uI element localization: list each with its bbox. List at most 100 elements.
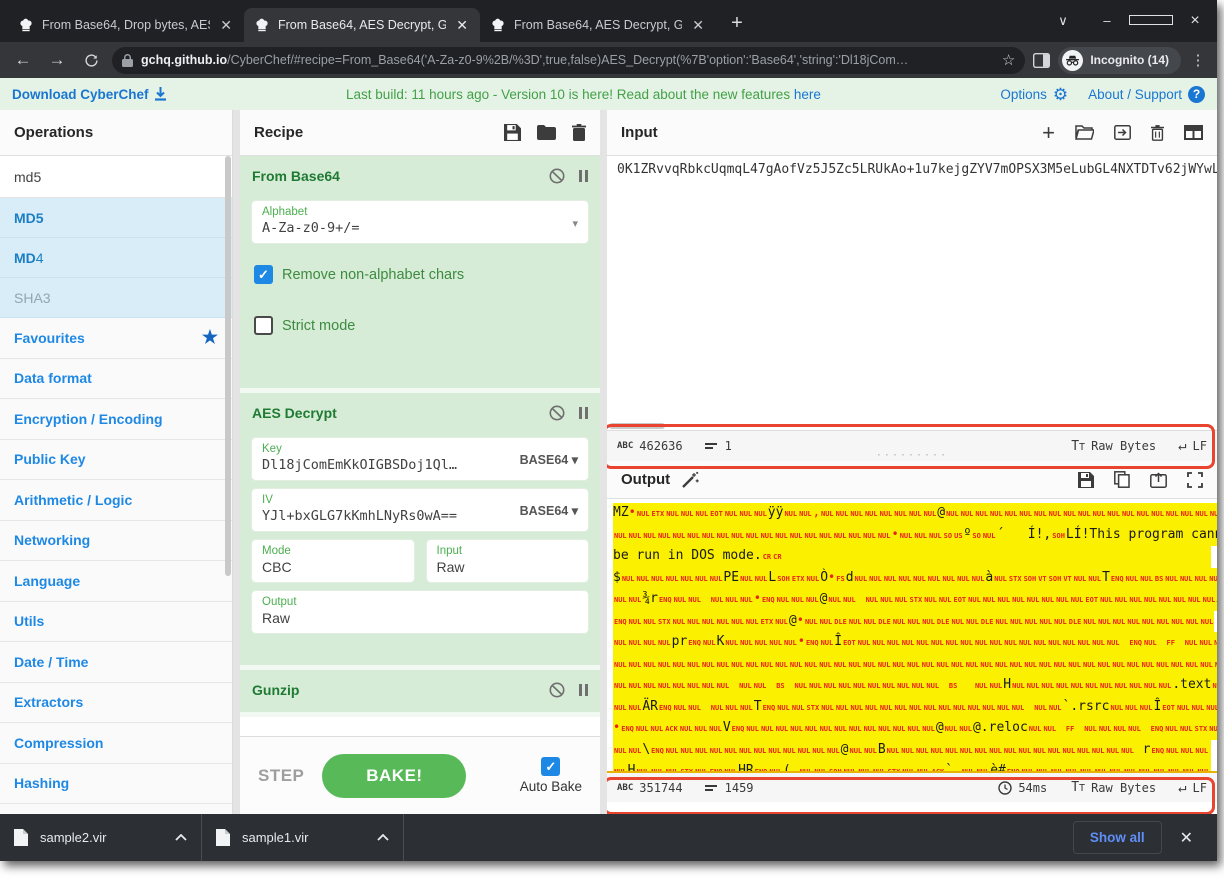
- auto-bake-control[interactable]: ✓ Auto Bake: [520, 757, 582, 794]
- category-compression[interactable]: Compression: [0, 723, 232, 764]
- open-output-in-tab-icon[interactable]: [1150, 472, 1167, 488]
- chevron-up-icon[interactable]: [175, 834, 187, 841]
- category-utils[interactable]: Utils: [0, 602, 232, 643]
- url-bar[interactable]: gchq.github.io/CyberChef/#recipe=From_Ba…: [112, 47, 1025, 74]
- clear-input-trash-icon[interactable]: [1151, 125, 1164, 141]
- input-encoding[interactable]: Raw Bytes: [1091, 439, 1156, 453]
- operation-search-result[interactable]: MD5: [0, 198, 232, 238]
- disable-op-icon[interactable]: [549, 405, 565, 421]
- tab-close-icon[interactable]: ✕: [454, 17, 470, 34]
- chevron-up-icon[interactable]: [377, 834, 389, 841]
- aes-mode-field[interactable]: Mode CBC: [252, 540, 414, 582]
- op-aes-decrypt[interactable]: AES Decrypt Key Dl18jComEmKkOIGBSDoj1Ql……: [240, 393, 600, 665]
- breakpoint-pause-icon[interactable]: [579, 407, 588, 419]
- io-resize-handle[interactable]: ·········: [876, 450, 948, 461]
- bake-button[interactable]: BAKE!: [322, 754, 466, 798]
- panel-divider[interactable]: [600, 110, 607, 814]
- open-file-as-input-icon[interactable]: [1114, 125, 1131, 140]
- font-size-icon[interactable]: TT: [1071, 780, 1085, 795]
- category-language[interactable]: Language: [0, 561, 232, 602]
- download-chip[interactable]: sample2.vir: [0, 814, 202, 861]
- menu-kebab-icon[interactable]: ⋮: [1189, 51, 1207, 69]
- aes-iv-field[interactable]: IV YJl+bxGLG7kKmhLNyRs0wA== BASE64 ▾: [252, 489, 588, 531]
- browser-tab[interactable]: From Base64, Drop bytes, AES De✕: [8, 8, 244, 42]
- op-from-base64[interactable]: From Base64 Alphabet A-Za-z0-9+/= ▾ ✓ Re: [240, 156, 600, 388]
- tab-close-icon[interactable]: ✕: [218, 17, 234, 34]
- tab-close-icon[interactable]: ✕: [690, 17, 706, 34]
- input-eol[interactable]: LF: [1193, 439, 1207, 453]
- category-date-time[interactable]: Date / Time: [0, 642, 232, 683]
- clear-recipe-trash-icon[interactable]: [572, 124, 586, 141]
- input-tabs-layout-icon[interactable]: [1184, 125, 1203, 140]
- back-button[interactable]: ←: [10, 47, 36, 73]
- magic-wand-icon[interactable]: [680, 471, 700, 489]
- panel-divider[interactable]: [233, 110, 240, 814]
- aes-input-field[interactable]: Input Raw: [427, 540, 589, 582]
- operations-scrollbar[interactable]: [225, 156, 231, 576]
- operation-search-result[interactable]: MD4: [0, 238, 232, 278]
- op-aes-decrypt-title: AES Decrypt: [252, 405, 337, 421]
- input-textarea[interactable]: 0K1ZRvvqRbkcUqmqL47gAofVz5J5Zc5LRUkAo+1u…: [607, 156, 1217, 422]
- category-public-key[interactable]: Public Key: [0, 440, 232, 481]
- category-favourites[interactable]: Favourites★: [0, 318, 232, 359]
- step-button[interactable]: STEP: [258, 766, 304, 786]
- copy-output-icon[interactable]: [1114, 471, 1130, 488]
- alphabet-dropdown-caret-icon[interactable]: ▾: [572, 217, 578, 230]
- disable-op-icon[interactable]: [549, 168, 565, 184]
- download-chip[interactable]: sample1.vir: [202, 814, 404, 861]
- maximize-output-icon[interactable]: [1187, 472, 1203, 488]
- strict-mode-checkbox[interactable]: [254, 316, 273, 335]
- aes-key-type-dropdown[interactable]: BASE64 ▾: [520, 452, 578, 467]
- category-networking[interactable]: Networking: [0, 521, 232, 562]
- new-tab-button[interactable]: +: [722, 8, 752, 38]
- input-hscrollbar[interactable]: [607, 422, 1217, 430]
- category-extractors[interactable]: Extractors: [0, 683, 232, 724]
- category-hashing[interactable]: Hashing: [0, 764, 232, 805]
- breakpoint-pause-icon[interactable]: [579, 684, 588, 696]
- aes-iv-type-dropdown[interactable]: BASE64 ▾: [520, 503, 578, 518]
- remove-non-alphabet-checkbox[interactable]: ✓: [254, 265, 273, 284]
- output-encoding[interactable]: Raw Bytes: [1091, 781, 1156, 795]
- save-recipe-icon[interactable]: [504, 124, 521, 141]
- remove-non-alphabet-row[interactable]: ✓ Remove non-alphabet chars: [254, 265, 586, 284]
- alphabet-field[interactable]: Alphabet A-Za-z0-9+/= ▾: [252, 201, 588, 243]
- incognito-badge[interactable]: Incognito (14): [1058, 47, 1181, 74]
- reload-button[interactable]: [78, 47, 104, 73]
- strict-mode-row[interactable]: Strict mode: [254, 316, 586, 335]
- help-icon[interactable]: ?: [1188, 86, 1205, 103]
- add-input-icon[interactable]: +: [1042, 120, 1055, 146]
- aes-output-field[interactable]: Output Raw: [252, 591, 588, 633]
- operation-search-result[interactable]: SHA3: [0, 278, 232, 318]
- browser-tab[interactable]: From Base64, AES Decrypt, Gunzi✕: [480, 8, 716, 42]
- auto-bake-checkbox[interactable]: ✓: [541, 757, 560, 776]
- aes-key-field[interactable]: Key Dl18jComEmKkOIGBSDoj1Ql… BASE64 ▾: [252, 438, 588, 480]
- category-encryption-encoding[interactable]: Encryption / Encoding: [0, 399, 232, 440]
- open-folder-icon[interactable]: [1075, 125, 1094, 140]
- download-cyberchef-link[interactable]: Download CyberChef: [12, 87, 167, 102]
- tab-search-chevron-icon[interactable]: ∨: [1041, 0, 1085, 42]
- release-notes-link[interactable]: here: [794, 87, 821, 102]
- bookmark-star-icon[interactable]: ☆: [1002, 51, 1015, 69]
- breakpoint-pause-icon[interactable]: [579, 170, 588, 182]
- save-output-icon[interactable]: [1078, 472, 1094, 488]
- edit-favourites-star-icon[interactable]: ★: [202, 327, 218, 348]
- disable-op-icon[interactable]: [549, 682, 565, 698]
- browser-tab[interactable]: From Base64, AES Decrypt, Gunzi✕: [244, 8, 480, 42]
- maximize-button[interactable]: [1129, 0, 1173, 42]
- output-eol[interactable]: LF: [1193, 781, 1207, 795]
- about-support-link[interactable]: About / Support: [1088, 87, 1182, 102]
- category-data-format[interactable]: Data format: [0, 359, 232, 400]
- load-recipe-folder-icon[interactable]: [537, 125, 556, 140]
- operations-search-input[interactable]: [0, 156, 232, 197]
- side-panel-icon[interactable]: [1033, 53, 1050, 68]
- op-gunzip[interactable]: Gunzip: [240, 670, 600, 712]
- font-size-icon[interactable]: TT: [1071, 439, 1085, 454]
- close-downloads-icon[interactable]: ✕: [1172, 828, 1201, 848]
- forward-button[interactable]: →: [44, 47, 70, 73]
- category-arithmetic-logic[interactable]: Arithmetic / Logic: [0, 480, 232, 521]
- close-button[interactable]: ×: [1173, 0, 1217, 42]
- show-all-downloads-button[interactable]: Show all: [1073, 821, 1162, 854]
- gear-icon[interactable]: ⚙: [1053, 86, 1068, 103]
- options-link[interactable]: Options: [1000, 87, 1047, 102]
- minimize-button[interactable]: –: [1085, 0, 1129, 42]
